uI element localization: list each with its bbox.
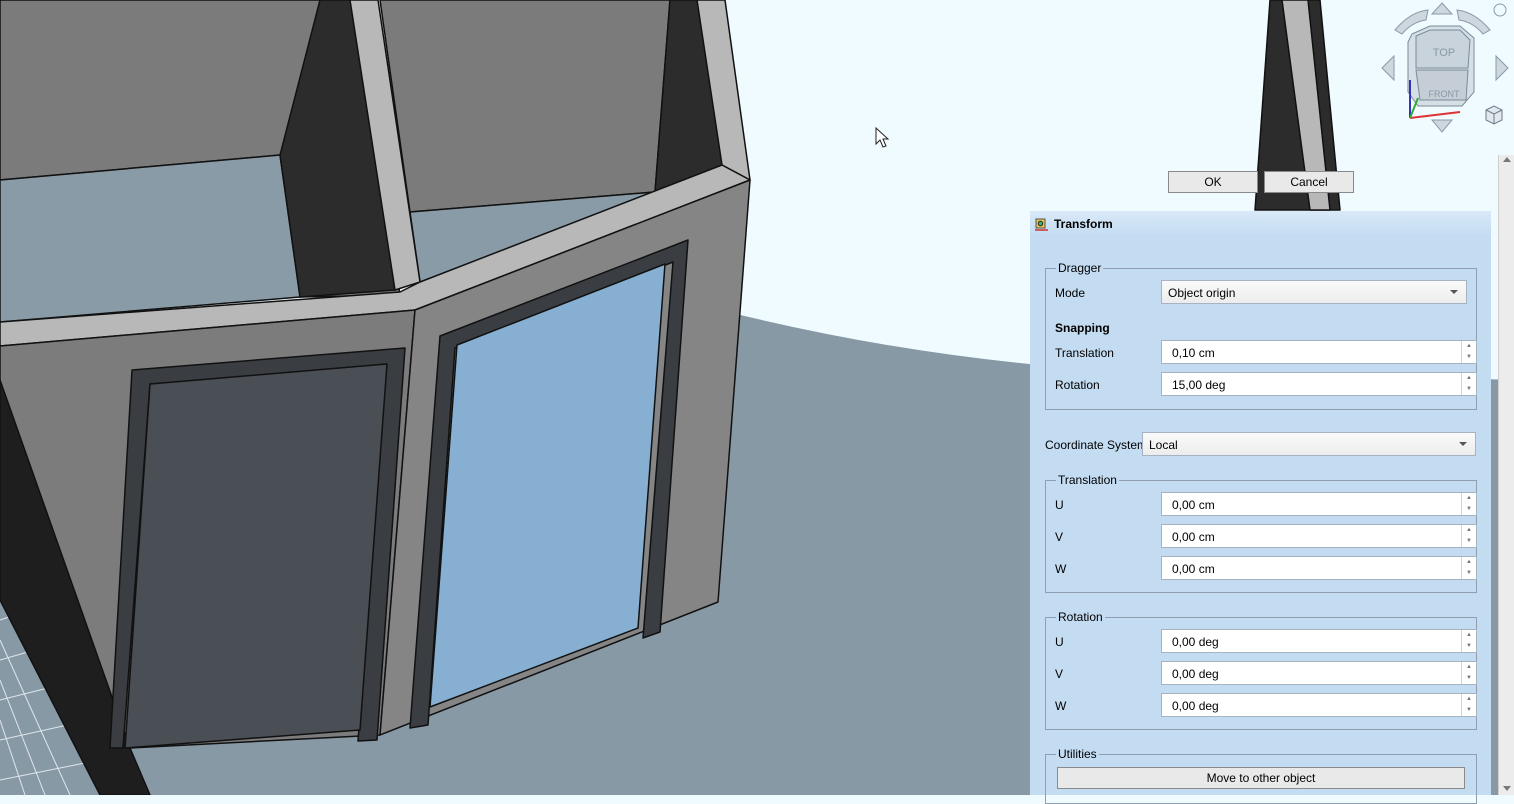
translation-group: Translation U 0,00 cm ▲ ▼ V 0,00 cm ▲ ▼ W … [1045, 473, 1477, 593]
rotation-group-title: Rotation [1056, 610, 1105, 624]
spin-arrows[interactable]: ▲ ▼ [1461, 341, 1476, 363]
panel-header[interactable]: Transform [1030, 211, 1491, 236]
rotation-w-label: W [1055, 699, 1067, 713]
navigation-cube[interactable]: TOP FRONT [1370, 0, 1514, 140]
rotation-v-label: V [1055, 667, 1064, 681]
panel-title: Transform [1054, 216, 1113, 231]
rotation-u-input[interactable]: 0,00 deg ▲ ▼ [1161, 629, 1477, 653]
rotation-group: Rotation U 0,00 deg ▲ ▼ V 0,00 deg ▲ ▼ W 0… [1045, 610, 1477, 730]
coordinate-system-dropdown[interactable]: Local [1142, 432, 1476, 456]
translation-w-label: W [1055, 562, 1067, 576]
cube-face-top: TOP [1433, 47, 1455, 59]
transform-task-panel: Transform Dragger Mode Object origin Sna… [1030, 211, 1491, 804]
cube-face-front: FRONT [1429, 89, 1460, 99]
spin-arrows[interactable]: ▲ ▼ [1461, 557, 1476, 579]
translation-w-input[interactable]: 0,00 cm ▲ ▼ [1161, 556, 1477, 580]
spin-arrows[interactable]: ▲ ▼ [1461, 694, 1476, 716]
rotation-v-input[interactable]: 0,00 deg ▲ ▼ [1161, 661, 1477, 685]
translation-v-input[interactable]: 0,00 cm ▲ ▼ [1161, 524, 1477, 548]
pan-down-arrow-icon[interactable] [1430, 119, 1454, 133]
ok-button[interactable]: OK [1168, 171, 1258, 193]
translation-v-label: V [1055, 530, 1064, 544]
spin-arrows[interactable]: ▲ ▼ [1461, 493, 1476, 515]
cancel-button[interactable]: Cancel [1264, 171, 1354, 193]
translation-u-input[interactable]: 0,00 cm ▲ ▼ [1161, 492, 1477, 516]
scroll-up-arrow-icon[interactable] [1503, 157, 1511, 162]
mode-label: Mode [1055, 286, 1086, 300]
chevron-down-icon [1459, 442, 1467, 446]
translation-group-title: Translation [1056, 473, 1119, 487]
move-to-other-object-button[interactable]: Move to other object [1057, 767, 1465, 789]
panel-scrollbar[interactable] [1498, 155, 1514, 795]
pan-left-arrow-icon[interactable] [1381, 54, 1395, 82]
scroll-down-arrow-icon[interactable] [1503, 786, 1511, 791]
chevron-down-icon [1450, 290, 1458, 294]
snap-rotation-input[interactable]: 15,00 deg ▲ ▼ [1161, 372, 1477, 396]
snapping-heading: Snapping [1055, 321, 1110, 335]
transform-icon [1035, 218, 1048, 231]
view-menu-circle-icon[interactable] [1493, 3, 1507, 17]
utilities-group-title: Utilities [1056, 747, 1099, 761]
coordinate-system-label: Coordinate System [1045, 438, 1148, 452]
pan-right-arrow-icon[interactable] [1495, 54, 1509, 82]
snap-rotation-label: Rotation [1055, 378, 1100, 392]
dragger-group-title: Dragger [1056, 261, 1104, 275]
translation-u-label: U [1055, 498, 1064, 512]
snap-translation-input[interactable]: 0,10 cm ▲ ▼ [1161, 340, 1477, 364]
pan-up-arrow-icon[interactable] [1430, 2, 1454, 15]
rotation-u-label: U [1055, 635, 1064, 649]
mode-dropdown[interactable]: Object origin [1161, 280, 1467, 304]
snap-translation-label: Translation [1055, 346, 1114, 360]
dragger-group: Dragger Mode Object origin Snapping Tran… [1045, 261, 1477, 410]
spin-arrows[interactable]: ▲ ▼ [1461, 662, 1476, 684]
spin-arrows[interactable]: ▲ ▼ [1461, 373, 1476, 395]
spin-arrows[interactable]: ▲ ▼ [1461, 630, 1476, 652]
isometric-view-icon[interactable] [1485, 105, 1503, 125]
utilities-group: Utilities Move to other object [1045, 747, 1477, 804]
rotation-w-input[interactable]: 0,00 deg ▲ ▼ [1161, 693, 1477, 717]
spin-arrows[interactable]: ▲ ▼ [1461, 525, 1476, 547]
